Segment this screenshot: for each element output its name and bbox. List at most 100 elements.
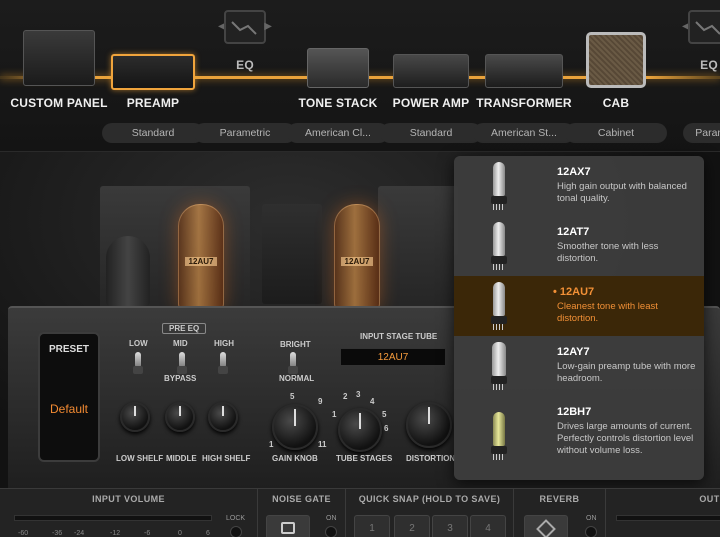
noise-gate-title: NOISE GATE	[272, 494, 331, 504]
tube-option-desc: High gain output with balanced tonal qua…	[557, 181, 687, 204]
noise-gate-section: NOISE GATE ON	[258, 489, 346, 537]
power-amp-type-pill[interactable]: Standard	[380, 123, 482, 143]
tube-option-name: 12BH7	[557, 406, 592, 418]
tube-option-12au7[interactable]: • 12AU7 Cleanest tone with least distort…	[454, 276, 704, 336]
gain-knob-label: GAIN KNOB	[272, 454, 318, 463]
tube-option-12ax7[interactable]: 12AX7 High gain output with balanced ton…	[454, 156, 704, 216]
signal-chain: CUSTOM PANEL PREAMP Standard ◀ ▶ EQ Para…	[0, 0, 720, 152]
input-stage-tube-display[interactable]: 12AU7	[340, 348, 446, 366]
preset-value[interactable]: Default	[40, 402, 98, 416]
gain-knob[interactable]	[272, 404, 318, 450]
quick-snap-slot-1[interactable]: 1	[354, 515, 390, 537]
custom-panel-thumbnail	[23, 30, 95, 86]
reverb-on-label: ON	[586, 515, 597, 522]
vacuum-tube-icon	[490, 282, 508, 330]
tube-option-name: • 12AU7	[553, 286, 595, 298]
bypass-label: BYPASS	[164, 374, 197, 383]
reverb-on-toggle[interactable]	[585, 526, 597, 537]
module-label: EQ	[700, 58, 718, 72]
cab-type-pill[interactable]: Cabinet	[565, 123, 667, 143]
tube-option-desc: Smoother tone with less distortion.	[557, 241, 659, 264]
chevron-right-icon: ▶	[264, 21, 272, 32]
post-eq-type-pill[interactable]: Parametri	[683, 123, 720, 143]
eq-high-bypass-toggle[interactable]	[218, 352, 228, 374]
output-section: OUTP	[606, 489, 720, 537]
eq-type-pill[interactable]: Parametric	[194, 123, 296, 143]
cab-thumbnail	[586, 32, 646, 88]
tube-option-12at7[interactable]: 12AT7 Smoother tone with less distortion…	[454, 216, 704, 276]
tube-option-12bh7[interactable]: 12BH7 Drives large amounts of current. P…	[454, 396, 704, 480]
noise-gate-button[interactable]	[266, 515, 310, 537]
preamp-thumbnail	[111, 54, 195, 90]
tube-stages-knob[interactable]	[338, 408, 382, 452]
tube-option-12ay7[interactable]: 12AY7 Low-gain preamp tube with more hea…	[454, 336, 704, 396]
distortion-label: DISTORTION	[406, 454, 456, 463]
tone-stack-type-pill[interactable]: American Cl...	[287, 123, 389, 143]
eq-thumbnail	[224, 10, 266, 44]
normal-label: NORMAL	[279, 374, 315, 383]
pre-eq-badge: PRE EQ	[162, 323, 207, 334]
tube-label: 12AU7	[185, 257, 217, 266]
vacuum-tube-icon	[490, 222, 508, 270]
output-meter[interactable]	[616, 515, 720, 521]
quick-snap-slot-4[interactable]: 4	[470, 515, 506, 537]
input-volume-section: INPUT VOLUME -60 -36 -24 -12 -6 0 6 LOCK	[0, 489, 258, 537]
eq-high-label: HIGH	[214, 339, 234, 348]
preset-title: PRESET	[48, 344, 89, 355]
transformer-type-pill[interactable]: American St...	[473, 123, 575, 143]
meter-tick: 6	[206, 530, 210, 537]
tube-option-desc: Drives large amounts of current. Perfect…	[557, 421, 694, 456]
gain-scale-max: 11	[318, 440, 327, 449]
preamp-tube-1[interactable]: 12AU7	[178, 204, 224, 310]
quick-snap-slot-2[interactable]: 2	[394, 515, 430, 537]
stage-scale-3: 3	[356, 390, 361, 399]
preamp-tube-2[interactable]: 12AU7	[334, 204, 380, 310]
meter-tick: -12	[110, 530, 121, 537]
stage-scale-4: 4	[370, 397, 375, 406]
transformer-housing	[378, 186, 458, 316]
high-shelf-label: HIGH SHELF	[202, 454, 251, 463]
vacuum-tube-icon	[490, 162, 508, 210]
eq-thumbnail	[688, 10, 720, 44]
meter-tick: -60	[18, 530, 29, 537]
power-amp-thumbnail	[393, 54, 469, 88]
reverb-button[interactable]	[524, 515, 568, 537]
eq-curve-icon	[231, 21, 257, 35]
high-shelf-knob[interactable]	[208, 402, 238, 432]
quick-snap-slot-3[interactable]: 3	[432, 515, 468, 537]
input-volume-meter[interactable]	[14, 515, 212, 521]
eq-mid-bypass-toggle[interactable]	[177, 352, 187, 374]
bright-label: BRIGHT	[280, 340, 311, 349]
eq-low-bypass-toggle[interactable]	[133, 352, 143, 374]
noise-gate-on-label: ON	[326, 515, 337, 522]
preset-panel[interactable]: PRESET Default	[38, 332, 100, 462]
eq-curve-icon	[695, 21, 720, 35]
eq-mid-label: MID	[173, 339, 188, 348]
lock-label: LOCK	[226, 515, 246, 522]
middle-label: MIDDLE	[166, 454, 197, 463]
tube-option-name: 12AT7	[557, 226, 590, 238]
tube-option-name: 12AX7	[557, 166, 591, 178]
meter-tick: -24	[74, 530, 85, 537]
tube-option-desc: Low-gain preamp tube with more headroom.	[557, 361, 696, 384]
reverb-title: REVERB	[539, 494, 580, 504]
middle-knob[interactable]	[165, 402, 195, 432]
eq-low-label: LOW	[129, 339, 148, 348]
distortion-knob[interactable]	[406, 402, 452, 448]
noise-gate-on-toggle[interactable]	[325, 526, 337, 537]
preamp-type-pill[interactable]: Standard	[102, 123, 204, 143]
vacuum-tube-icon	[490, 342, 508, 390]
quick-snap-title: QUICK SNAP (HOLD TO SAVE)	[358, 494, 501, 504]
meter-tick: -36	[52, 530, 63, 537]
lock-toggle[interactable]	[230, 526, 242, 537]
stage-scale-2: 2	[343, 392, 348, 401]
module-post-eq[interactable]: ◀ EQ Parametri	[654, 0, 720, 151]
tube-option-name: 12AY7	[557, 346, 590, 358]
low-shelf-knob[interactable]	[120, 402, 150, 432]
low-shelf-label: LOW SHELF	[116, 454, 164, 463]
vacuum-tube-icon	[490, 412, 508, 460]
stage-scale-5: 5	[382, 410, 387, 419]
input-stage-tube-label: INPUT STAGE TUBE	[360, 332, 438, 341]
bright-normal-toggle[interactable]	[288, 352, 298, 374]
reverb-section: REVERB ON	[514, 489, 606, 537]
